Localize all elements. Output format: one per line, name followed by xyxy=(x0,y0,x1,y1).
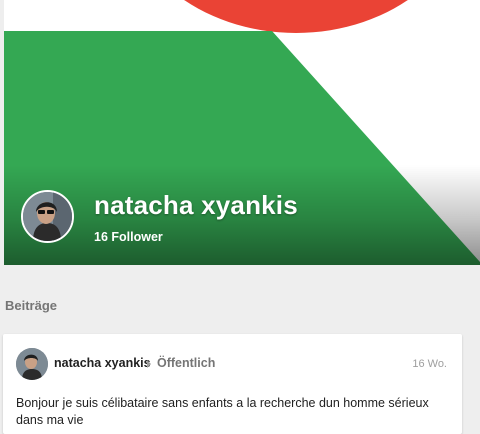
share-arrow-icon xyxy=(147,360,151,368)
post-author-avatar[interactable] xyxy=(16,348,48,380)
post-author-name[interactable]: natacha xyankis xyxy=(54,356,151,370)
post-visibility[interactable]: Öffentlich xyxy=(157,356,215,370)
section-title: Beiträge xyxy=(5,298,58,313)
profile-photo-icon xyxy=(23,192,72,241)
post-card: natacha xyankis Öffentlich 16 Wo. Bonjou… xyxy=(3,334,462,434)
post-body: Bonjour je suis célibataire sans enfants… xyxy=(16,396,429,427)
post-timestamp[interactable]: 16 Wo. xyxy=(412,358,447,370)
profile-avatar[interactable] xyxy=(21,190,74,243)
cover-photo xyxy=(4,0,480,265)
profile-name: natacha xyankis xyxy=(94,190,298,220)
author-photo-icon xyxy=(16,348,48,380)
follower-count[interactable]: 16 Follower xyxy=(94,230,163,244)
